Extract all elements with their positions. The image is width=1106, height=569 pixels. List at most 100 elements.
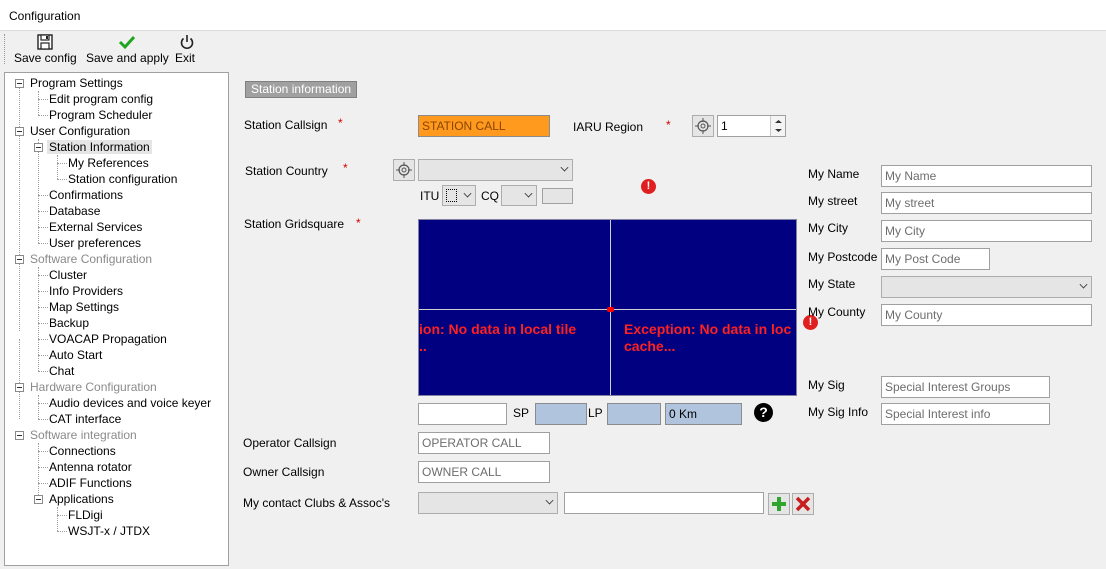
tree-item-hardware-configuration[interactable]: Hardware Configuration (30, 379, 157, 395)
tree-item-label: Hardware Configuration (30, 380, 157, 394)
required-marker: * (666, 118, 671, 132)
tree-item-program-scheduler[interactable]: Program Scheduler (49, 107, 152, 123)
collapse-icon[interactable] (15, 127, 24, 136)
map-exception-line: ion: No data in local tile (419, 321, 577, 337)
power-icon (180, 35, 194, 50)
tree-item-external-services[interactable]: External Services (49, 219, 142, 235)
my-sig-info-input[interactable]: Special Interest info (881, 403, 1050, 425)
save-config-button[interactable]: Save config (14, 33, 77, 67)
my-sig-input[interactable]: Special Interest Groups (881, 376, 1050, 398)
tree-item-label: Station configuration (68, 172, 178, 186)
tree-item-label: Software integration (30, 428, 137, 442)
my-city-input[interactable]: My City (881, 220, 1092, 242)
tree-item-adif-functions[interactable]: ADIF Functions (49, 475, 132, 491)
title-bar: Configuration (0, 0, 1106, 31)
my-state-select[interactable] (881, 276, 1092, 298)
station-callsign-label: Station Callsign (244, 118, 328, 132)
collapse-icon[interactable] (15, 431, 24, 440)
tree-connector (57, 507, 58, 531)
help-icon[interactable]: ? (754, 403, 773, 422)
tree-item-fldigi[interactable]: FLDigi (68, 507, 103, 523)
delete-club-button[interactable] (792, 493, 814, 515)
tree-item-cluster[interactable]: Cluster (49, 267, 87, 283)
spinner-buttons[interactable] (770, 116, 785, 136)
tree-item-audio-devices[interactable]: Audio devices and voice keyer (49, 395, 211, 411)
collapse-icon[interactable] (15, 79, 24, 88)
my-postcode-input[interactable]: My Post Code (881, 248, 990, 270)
tree-item-label: Confirmations (49, 188, 124, 202)
tree-item-label: Audio devices and voice keyer (49, 396, 212, 410)
contact-clubs-select[interactable] (418, 492, 558, 514)
tree-item-cat-interface[interactable]: CAT interface (49, 411, 121, 427)
tree-item-auto-start[interactable]: Auto Start (49, 347, 102, 363)
gridsquare-input[interactable] (418, 403, 507, 425)
tree-item-station-configuration[interactable]: Station configuration (68, 171, 177, 187)
chevron-down-icon (560, 163, 569, 172)
tree-item-label: Auto Start (49, 348, 103, 362)
gridsquare-map[interactable]: ion: No data in local tile .. Exception:… (418, 219, 797, 396)
add-club-button[interactable] (768, 493, 790, 515)
tree-connector (38, 195, 48, 196)
cq-zone-select[interactable] (501, 185, 537, 206)
tree-item-station-information[interactable]: Station Information (47, 139, 152, 155)
floppy-disk-icon (37, 34, 53, 50)
collapse-icon[interactable] (34, 495, 43, 504)
tree-item-antenna-rotator[interactable]: Antenna rotator (49, 459, 132, 475)
tree-connector (38, 211, 48, 212)
tree-item-label: FLDigi (68, 508, 103, 522)
tree-item-software-integration[interactable]: Software integration (30, 427, 137, 443)
station-country-select[interactable] (418, 159, 573, 181)
operator-callsign-label: Operator Callsign (243, 436, 337, 450)
owner-callsign-label: Owner Callsign (243, 465, 325, 479)
tree-item-label: ADIF Functions (49, 476, 132, 490)
owner-callsign-input[interactable]: OWNER CALL (418, 461, 550, 483)
tree-item-program-settings[interactable]: Program Settings (30, 75, 123, 91)
tree-item-connections[interactable]: Connections (49, 443, 116, 459)
tree-connector (38, 395, 39, 419)
operator-callsign-input[interactable]: OPERATOR CALL (418, 432, 550, 454)
tree-item-wsjtx-jtdx[interactable]: WSJT-x / JTDX (68, 523, 150, 539)
tree-item-software-configuration[interactable]: Software Configuration (30, 251, 152, 267)
green-check-icon (118, 35, 136, 50)
collapse-icon[interactable] (34, 143, 43, 152)
tree-item-chat[interactable]: Chat (49, 363, 74, 379)
country-locate-button[interactable] (393, 159, 415, 181)
exit-label: Exit (175, 51, 196, 65)
tree-item-applications[interactable]: Applications (49, 491, 114, 507)
tree-connector (38, 115, 48, 116)
tree-item-map-settings[interactable]: Map Settings (49, 299, 119, 315)
tree-item-backup[interactable]: Backup (49, 315, 89, 331)
tree-connector (38, 275, 48, 276)
spinner-arrows-icon (775, 120, 782, 132)
tree-item-user-preferences[interactable]: User preferences (49, 235, 141, 251)
my-street-input[interactable]: My street (881, 192, 1092, 214)
tree-connector (57, 515, 67, 516)
itu-zone-select[interactable] (442, 185, 476, 206)
collapse-icon[interactable] (15, 255, 24, 264)
tree-item-label: Connections (49, 444, 116, 458)
map-exception-line: cache... (624, 338, 676, 354)
tree-item-database[interactable]: Database (49, 203, 100, 219)
cq-label: CQ (481, 189, 499, 203)
tree-item-info-providers[interactable]: Info Providers (49, 283, 123, 299)
red-x-icon (795, 496, 811, 512)
iaru-locate-button[interactable] (692, 115, 714, 137)
my-city-label: My City (808, 221, 848, 235)
toolbar-grip[interactable] (4, 34, 6, 64)
tree-item-my-references[interactable]: My References (68, 155, 149, 171)
required-marker: * (343, 161, 348, 175)
tree-item-edit-program-config[interactable]: Edit program config (49, 91, 153, 107)
tree-connector (57, 531, 67, 532)
tree-item-user-configuration[interactable]: User Configuration (30, 123, 130, 139)
tree-item-voacap-propagation[interactable]: VOACAP Propagation (49, 331, 167, 347)
station-callsign-input[interactable]: STATION CALL (418, 115, 550, 137)
config-tree[interactable]: Program Settings Edit program config Pro… (4, 72, 229, 566)
my-postcode-label: My Postcode (808, 250, 878, 264)
my-county-input[interactable]: My County (881, 304, 1092, 326)
my-name-input[interactable]: My Name (881, 165, 1092, 187)
collapse-icon[interactable] (15, 383, 24, 392)
save-and-apply-button[interactable]: Save and apply (86, 33, 169, 67)
exit-button[interactable]: Exit (175, 33, 199, 67)
tree-item-confirmations[interactable]: Confirmations (49, 187, 123, 203)
club-id-input[interactable] (564, 492, 764, 514)
